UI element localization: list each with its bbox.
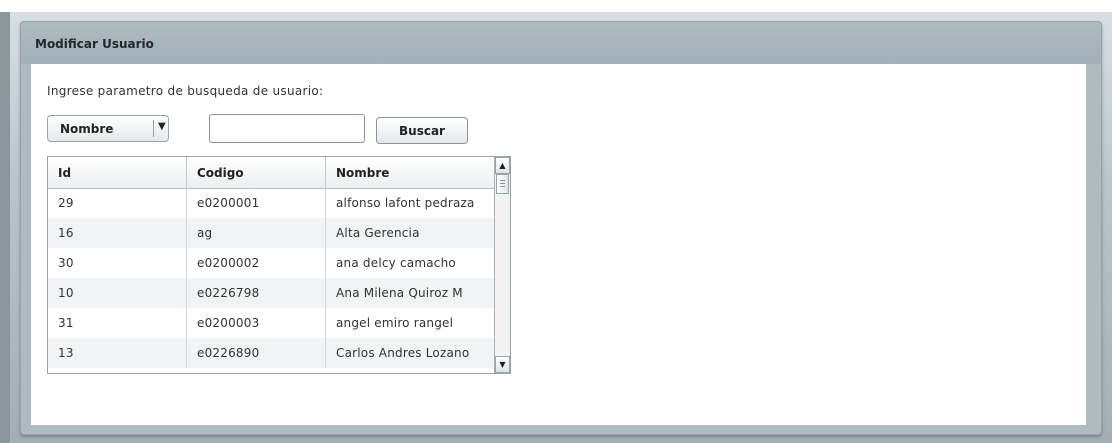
cell-nombre: Ana Milena Quiroz M (336, 286, 463, 300)
column-header-id[interactable]: Id (48, 157, 187, 188)
dropdown-divider (153, 120, 154, 137)
panel-title: Modificar Usuario (35, 37, 154, 51)
cell-codigo: e0226890 (187, 338, 326, 368)
panel-header: Modificar Usuario (21, 22, 1101, 64)
search-button[interactable]: Buscar (376, 117, 468, 144)
grip-line (500, 183, 505, 184)
cell-id: 30 (48, 248, 187, 278)
cell-id: 31 (48, 308, 187, 338)
search-field-select[interactable]: Nombre ▼ (47, 115, 169, 142)
modify-user-panel: Modificar Usuario Ingrese parametro de b… (20, 21, 1102, 435)
cell-nombre: angel emiro rangel (336, 316, 454, 330)
cell-id: 10 (48, 278, 187, 308)
table-vertical-scrollbar[interactable]: ▲ ▼ (494, 157, 510, 373)
search-field-value: Nombre (60, 122, 114, 136)
search-input[interactable] (209, 114, 365, 143)
table-row[interactable]: 31 e0200003 angel emiro rangel (48, 308, 494, 338)
cell-codigo: e0200002 (187, 248, 326, 278)
cell-nombre: Alta Gerencia (336, 226, 420, 240)
users-table: Id Codigo Nombre 29 e0200001 alfonso laf… (47, 156, 511, 374)
cell-id: 16 (48, 218, 187, 248)
chevron-down-icon: ▼ (158, 121, 166, 132)
cell-codigo: e0200001 (187, 188, 326, 218)
grip-line (500, 186, 505, 187)
arrow-up-icon[interactable]: ▲ (495, 157, 510, 174)
column-header-nombre[interactable]: Nombre (326, 157, 494, 188)
column-header-codigo[interactable]: Codigo (187, 157, 326, 188)
cell-id: 29 (48, 188, 187, 218)
table-header: Id Codigo Nombre (48, 157, 494, 189)
cell-nombre: ana delcy camacho (336, 256, 456, 270)
table-row[interactable]: 16 ag Alta Gerencia (48, 218, 494, 248)
cell-nombre: alfonso lafont pedraza (336, 196, 475, 210)
cell-codigo: ag (187, 218, 326, 248)
table-row[interactable]: 30 e0200002 ana delcy camacho (48, 248, 494, 278)
table-row[interactable]: 29 e0200001 alfonso lafont pedraza (48, 188, 494, 218)
grip-line (500, 180, 505, 181)
search-prompt: Ingrese parametro de busqueda de usuario… (47, 84, 324, 98)
panel-body: Ingrese parametro de busqueda de usuario… (31, 64, 1086, 425)
left-frame-edge (0, 12, 10, 443)
table-row[interactable]: 13 e0226890 Carlos Andres Lozano (48, 338, 494, 368)
arrow-down-icon[interactable]: ▼ (495, 356, 510, 373)
cell-codigo: e0200003 (187, 308, 326, 338)
cell-codigo: e0226798 (187, 278, 326, 308)
table-row[interactable]: 10 e0226798 Ana Milena Quiroz M (48, 278, 494, 308)
cell-nombre: Carlos Andres Lozano (336, 346, 470, 360)
scrollbar-thumb[interactable] (496, 174, 509, 194)
cell-id: 13 (48, 338, 187, 368)
